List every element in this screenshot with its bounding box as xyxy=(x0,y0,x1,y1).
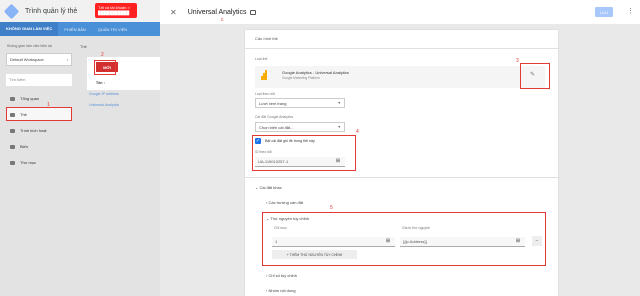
tag-icon xyxy=(10,112,15,117)
sidebar-item-label: Trình kích hoạt xyxy=(20,128,47,133)
divider xyxy=(245,177,558,178)
tag-type-name: Google Analytics - Universal Analytics xyxy=(282,70,349,75)
tab-admin[interactable]: QUẢN TRỊ VIÊN xyxy=(92,27,134,32)
sidebar-item-triggers[interactable]: Trình kích hoạt xyxy=(6,124,72,137)
gtm-logo-icon xyxy=(3,3,20,19)
tab-versions[interactable]: PHIÊN BẢN xyxy=(58,27,92,32)
dimension-value-field[interactable]: {{ip Address}} xyxy=(400,237,525,247)
tag-type-label: Loại thẻ xyxy=(255,57,268,61)
chevron-right-icon: › xyxy=(66,57,68,62)
fields-to-set-label: Các trường cần đặt xyxy=(268,200,304,205)
sidebar-item-label: Thư mục xyxy=(20,160,37,165)
dimension-value-label: Giá trị thứ nguyên xyxy=(402,226,431,230)
tag-type-sub: Google Marketing Platform xyxy=(282,76,320,80)
annotation-label-5: 5 xyxy=(330,205,333,211)
sidebar-item-label: Thẻ xyxy=(20,112,27,117)
index-field[interactable]: 1 xyxy=(272,237,395,247)
track-type-label: Loại theo dõi xyxy=(255,92,276,96)
tag-row-link[interactable]: Universal Analytics xyxy=(89,103,119,107)
edit-pencil-icon[interactable]: ✎ xyxy=(530,71,535,78)
variable-picker-icon[interactable]: ⊞ xyxy=(333,158,343,165)
sidebar-item-label: Biến xyxy=(20,144,29,149)
divider xyxy=(245,48,558,49)
config-header: Cấu hình thẻ xyxy=(255,36,278,41)
override-label: Bật cài đặt ghi đè trong thẻ này xyxy=(265,139,315,143)
tag-row-link[interactable]: Google IP address xyxy=(89,92,119,96)
track-type-select[interactable]: Lượt xem trang ▼ xyxy=(255,98,345,108)
annotation-label-c: c xyxy=(221,17,224,23)
dropdown-arrow-icon: ▼ xyxy=(337,125,341,129)
annotation-label-3: 3 xyxy=(516,58,519,64)
custom-dimensions-toggle[interactable]: ⌄ Thứ nguyên tùy chỉnh xyxy=(266,216,309,221)
fields-to-set-toggle[interactable]: › Các trường cần đặt xyxy=(266,200,303,205)
tag-configuration-card: Cấu hình thẻ Loại thẻ Google Analytics -… xyxy=(245,30,558,296)
tracking-id-field[interactable]: UA-119010257-1 xyxy=(255,157,345,167)
override-checkbox[interactable]: ✓ xyxy=(255,138,261,144)
ga-settings-label: Cài đặt Google Analytics xyxy=(255,115,294,119)
custom-dimensions-label: Thứ nguyên tùy chỉnh xyxy=(270,216,310,221)
name-column-header[interactable]: Tên ↑ xyxy=(96,81,105,85)
tab-workspace[interactable]: KHÔNG GIAN LÀM VIỆC xyxy=(0,22,59,36)
annotation-label-1: 1 xyxy=(47,102,50,108)
sidebar-item-folders[interactable]: Thư mục xyxy=(6,156,72,169)
annotation-label-4: 4 xyxy=(356,129,359,135)
tag-title[interactable]: Universal Analytics xyxy=(188,9,247,16)
add-custom-dimension-button[interactable]: + THÊM THỨ NGUYÊN TÙY CHỈNH xyxy=(272,250,357,259)
sidebar-item-tags[interactable]: Thẻ xyxy=(6,108,72,121)
advanced-label: Cài đặt khác xyxy=(259,185,282,190)
folder-icon xyxy=(10,96,15,101)
index-label: Chỉ mục xyxy=(274,226,287,230)
ga-settings-value: Chọn biến cài đặt... xyxy=(259,125,294,130)
remove-row-icon[interactable]: − xyxy=(532,236,542,246)
google-analytics-icon xyxy=(261,70,267,80)
variable-picker-icon[interactable]: ⊞ xyxy=(513,238,523,245)
dropdown-arrow-icon: ▼ xyxy=(337,101,341,105)
more-vert-icon[interactable]: ⋮ xyxy=(627,7,634,15)
tag-editor-header: ✕ Universal Analytics xyxy=(160,0,640,24)
main-tabs: KHÔNG GIAN LÀM VIỆC PHIÊN BẢN QUẢN TRỊ V… xyxy=(0,22,160,36)
close-icon[interactable]: ✕ xyxy=(170,8,177,17)
account-name: ███████████ xyxy=(98,10,130,15)
workspace-value: Default Workspace xyxy=(10,57,44,62)
variable-picker-icon[interactable]: ⊞ xyxy=(383,238,393,245)
folder-icon[interactable] xyxy=(250,9,257,15)
sidebar-item-label: Tổng quan xyxy=(20,96,40,101)
custom-metrics-toggle[interactable]: › Chỉ số tùy chỉnh xyxy=(266,273,297,278)
tags-list-area: Thẻ MỚI Tên ↑ Google IP address Universa… xyxy=(80,44,160,296)
sidebar-item-variables[interactable]: Biến xyxy=(6,140,72,153)
track-type-value: Lượt xem trang xyxy=(259,101,287,106)
workspace-selector[interactable]: Default Workspace › xyxy=(6,53,72,66)
trigger-icon xyxy=(10,128,15,133)
content-groups-toggle[interactable]: › Nhóm nội dung xyxy=(266,288,296,293)
sidebar-item-overview[interactable]: Tổng quan xyxy=(6,92,72,105)
custom-metrics-label: Chỉ số tùy chỉnh xyxy=(268,273,297,278)
ga-settings-select[interactable]: Chọn biến cài đặt... ▼ xyxy=(255,122,345,132)
tag-manager-background: Trình quản lý thẻ Tất cả tài khoản > ███… xyxy=(0,0,160,296)
account-selector[interactable]: Tất cả tài khoản > ███████████ xyxy=(95,3,137,18)
workspace-label: Không gian làm việc hiện tại xyxy=(7,44,52,48)
content-groups-label: Nhóm nội dung xyxy=(268,288,296,293)
tags-card: MỚI Tên ↑ xyxy=(87,57,160,90)
app-title: Trình quản lý thẻ xyxy=(25,7,78,15)
variable-icon xyxy=(10,144,15,149)
folder-icon xyxy=(10,160,15,165)
annotation-label-2: 2 xyxy=(101,52,104,58)
save-button[interactable]: LƯU xyxy=(595,7,613,17)
advanced-settings-toggle[interactable]: ⌄ Cài đặt khác xyxy=(255,185,282,190)
tracking-id-label: ID theo dõi xyxy=(255,150,272,154)
new-tag-button[interactable]: MỚI xyxy=(96,62,118,72)
tags-header: Thẻ xyxy=(80,44,87,49)
search-input[interactable]: Tìm kiếm xyxy=(6,74,72,86)
